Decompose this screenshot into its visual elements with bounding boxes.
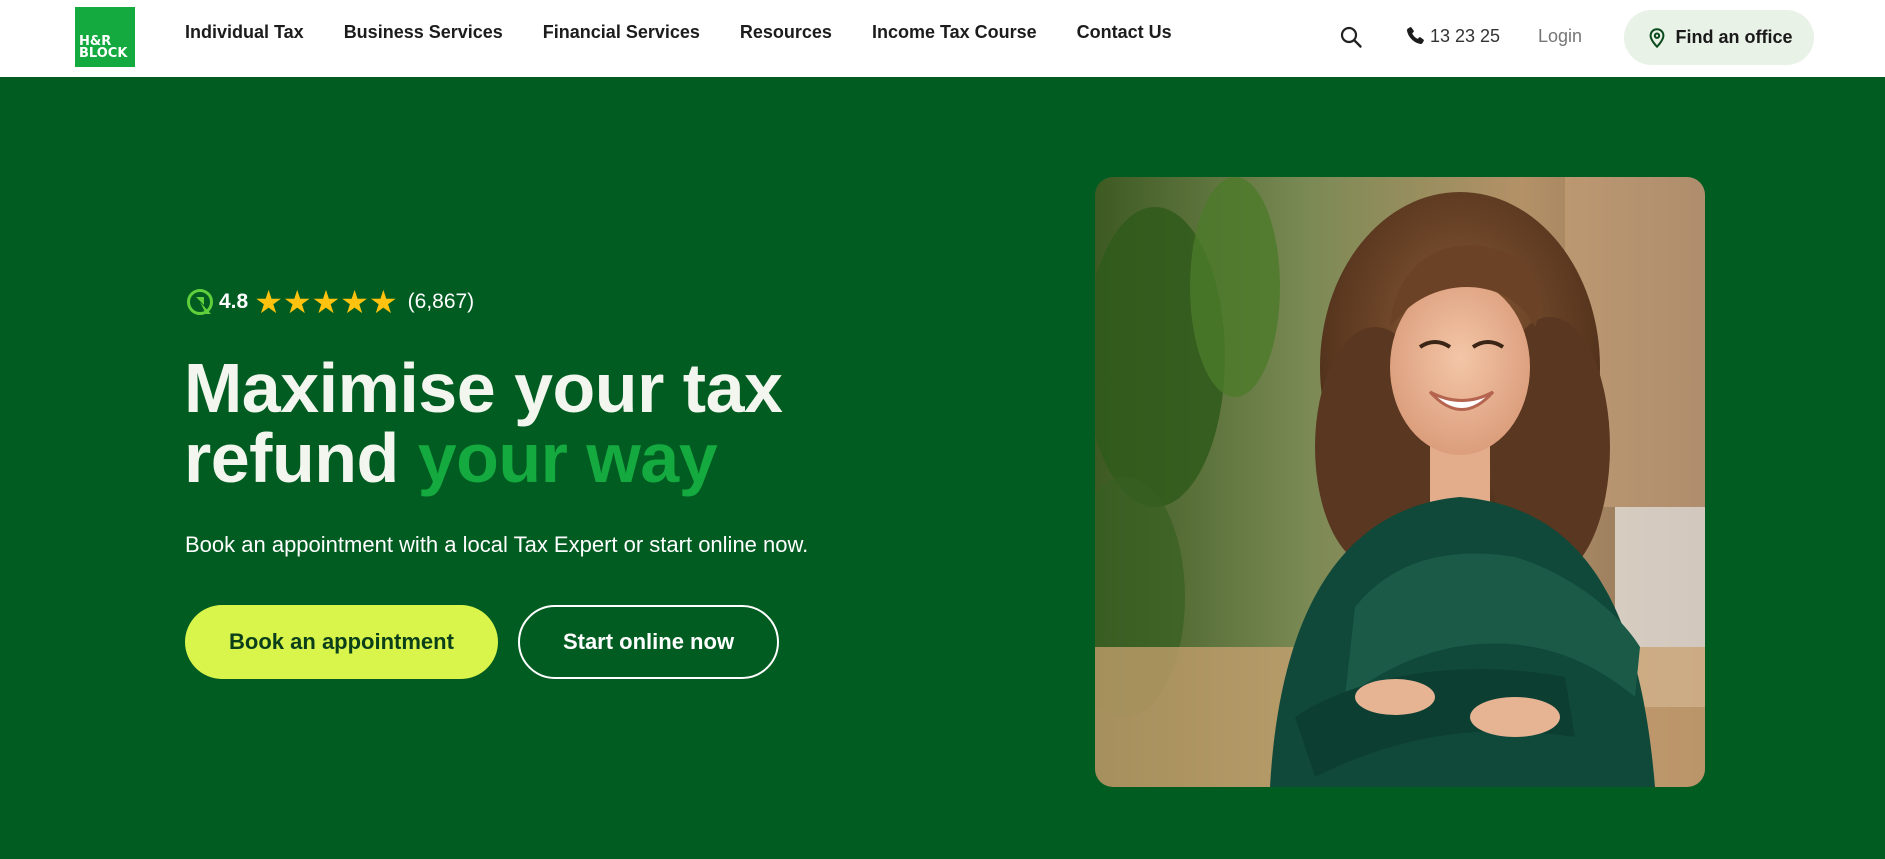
productreview-logo-icon bbox=[187, 289, 213, 315]
login-link[interactable]: Login bbox=[1538, 26, 1582, 47]
find-office-label: Find an office bbox=[1675, 27, 1793, 47]
nav-resources[interactable]: Resources bbox=[740, 22, 832, 43]
top-navigation-bar: H&R BLOCK Individual Tax Business Servic… bbox=[0, 0, 1885, 77]
star-rating: ★ ★ ★ ★ ★ bbox=[254, 283, 398, 321]
hero-subline: Book an appointment with a local Tax Exp… bbox=[185, 532, 809, 557]
headline-line1: Maximise your tax bbox=[184, 349, 783, 427]
hero-headline: Maximise your tax refund your way bbox=[184, 353, 783, 493]
hr-block-logo[interactable]: H&R BLOCK bbox=[75, 7, 135, 67]
headline-line2: refund bbox=[184, 419, 418, 497]
rating-summary: 4.8 ★ ★ ★ ★ ★ (6,867) bbox=[185, 283, 475, 321]
phone-link[interactable]: 13 23 25 bbox=[1404, 25, 1500, 47]
logo-line2: BLOCK bbox=[79, 46, 128, 61]
nav-income-tax-course[interactable]: Income Tax Course bbox=[872, 22, 1037, 43]
hero-photo-illustration bbox=[1095, 177, 1705, 787]
star-icon: ★ bbox=[340, 283, 369, 321]
star-icon: ★ bbox=[368, 283, 398, 321]
nav-individual-tax[interactable]: Individual Tax bbox=[185, 22, 304, 43]
phone-number: 13 23 25 bbox=[1430, 25, 1501, 46]
search-icon[interactable] bbox=[1339, 25, 1363, 49]
phone-icon bbox=[1406, 27, 1424, 45]
find-office-button[interactable]: Find an office bbox=[1624, 10, 1814, 65]
rating-count: (6,867) bbox=[407, 290, 475, 313]
headline-accent: your way bbox=[417, 419, 718, 497]
nav-business-services[interactable]: Business Services bbox=[344, 22, 503, 43]
star-icon: ★ bbox=[282, 283, 312, 321]
main-nav: Individual Tax Business Services Financi… bbox=[185, 22, 1212, 43]
book-appointment-button[interactable]: Book an appointment bbox=[185, 605, 498, 679]
star-icon: ★ bbox=[311, 283, 341, 321]
rating-score: 4.8 bbox=[219, 290, 249, 313]
nav-financial-services[interactable]: Financial Services bbox=[543, 22, 700, 43]
star-icon: ★ bbox=[254, 283, 283, 321]
location-pin-icon bbox=[1649, 27, 1664, 48]
nav-contact-us[interactable]: Contact Us bbox=[1077, 22, 1172, 43]
hero-photo bbox=[1095, 177, 1705, 787]
start-online-button[interactable]: Start online now bbox=[518, 605, 779, 679]
